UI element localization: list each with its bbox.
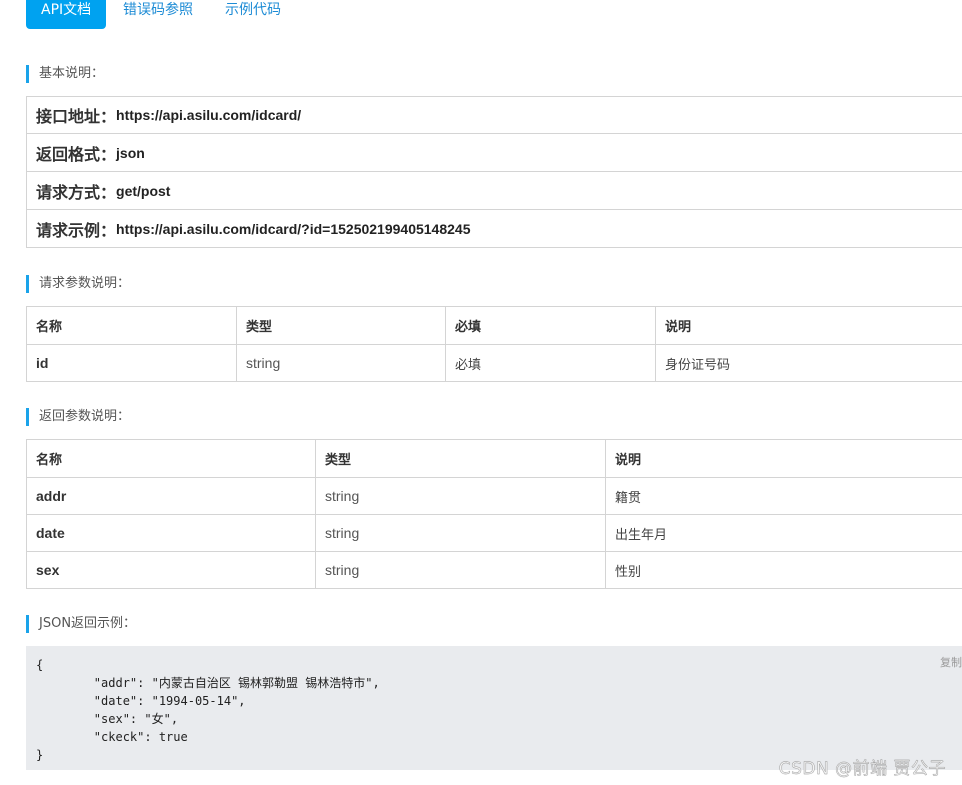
- info-value: get/post: [116, 182, 171, 199]
- param-name: addr: [26, 477, 316, 515]
- info-key: 请求示例：: [36, 220, 117, 240]
- table-header-row: 名称 类型 必填 说明: [26, 306, 962, 345]
- tab-sample-code[interactable]: 示例代码: [225, 0, 281, 29]
- json-example-title: JSON返回示例：: [26, 615, 136, 633]
- tab-api-docs[interactable]: API文档: [26, 0, 107, 29]
- column-header: 名称: [26, 439, 316, 478]
- tab-bar: API文档 错误码参照 示例代码: [0, 0, 962, 32]
- info-key: 返回格式：: [36, 144, 117, 164]
- table-row: sex string 性别: [26, 551, 962, 589]
- copy-button[interactable]: 复制: [940, 654, 962, 672]
- table-header-row: 名称 类型 说明: [26, 439, 962, 478]
- param-description: 出生年月: [605, 514, 962, 552]
- basic-info-title: 基本说明：: [26, 65, 104, 83]
- table-row: date string 出生年月: [26, 514, 962, 552]
- info-key: 接口地址：: [36, 107, 117, 126]
- column-header: 类型: [236, 306, 446, 345]
- code-line: "date": "1994-05-14",: [36, 694, 246, 708]
- basic-info-row: 请求方式： get/post: [26, 172, 962, 210]
- param-description: 身份证号码: [655, 344, 962, 382]
- param-required: 必填: [445, 344, 656, 382]
- basic-info-row: 接口地址： https://api.asilu.com/idcard/: [26, 96, 962, 134]
- param-type: string: [315, 551, 606, 589]
- code-line: "sex": "女",: [36, 712, 179, 726]
- param-name: id: [26, 344, 237, 382]
- csdn-watermark: CSDN @前端 贾公子: [779, 754, 946, 779]
- request-params-table: 名称 类型 必填 说明 id string 必填 身份证号码: [26, 306, 962, 382]
- column-header: 名称: [26, 306, 237, 345]
- basic-info-row: 请求示例： https://api.asilu.com/idcard/?id=1…: [26, 210, 962, 248]
- param-description: 籍贯: [605, 477, 962, 515]
- code-line: "ckeck": true: [36, 730, 188, 744]
- column-header: 必填: [445, 306, 656, 345]
- info-key: 请求方式：: [36, 182, 117, 202]
- info-value[interactable]: https://api.asilu.com/idcard/?id=1525021…: [116, 221, 470, 237]
- basic-info-row: 返回格式： json: [26, 134, 962, 172]
- info-value: json: [116, 144, 145, 161]
- watermark-text: CSDN @前端 贾公子: [778, 759, 946, 779]
- param-description: 性别: [605, 551, 962, 589]
- info-value: https://api.asilu.com/idcard/: [116, 107, 302, 123]
- param-name: date: [26, 514, 316, 552]
- column-header: 类型: [315, 439, 606, 478]
- param-name: sex: [26, 551, 316, 589]
- table-row: addr string 籍贯: [26, 477, 962, 515]
- table-row: id string 必填 身份证号码: [26, 344, 962, 382]
- column-header: 说明: [605, 439, 962, 478]
- response-params-title: 返回参数说明：: [26, 408, 130, 426]
- request-params-title: 请求参数说明：: [26, 275, 130, 293]
- param-type: string: [236, 344, 446, 382]
- code-line: "addr": "内蒙古自治区 锡林郭勒盟 锡林浩特市",: [36, 676, 380, 690]
- json-code-block: 复制 { "addr": "内蒙古自治区 锡林郭勒盟 锡林浩特市", "date…: [26, 646, 962, 770]
- response-params-table: 名称 类型 说明 addr string 籍贯 date string 出生年月…: [26, 439, 962, 589]
- param-type: string: [315, 514, 606, 552]
- param-type: string: [315, 477, 606, 515]
- code-line: {: [36, 658, 44, 672]
- tab-error-codes[interactable]: 错误码参照: [123, 0, 193, 29]
- basic-info-table: 接口地址： https://api.asilu.com/idcard/ 返回格式…: [26, 96, 962, 248]
- column-header: 说明: [655, 306, 962, 345]
